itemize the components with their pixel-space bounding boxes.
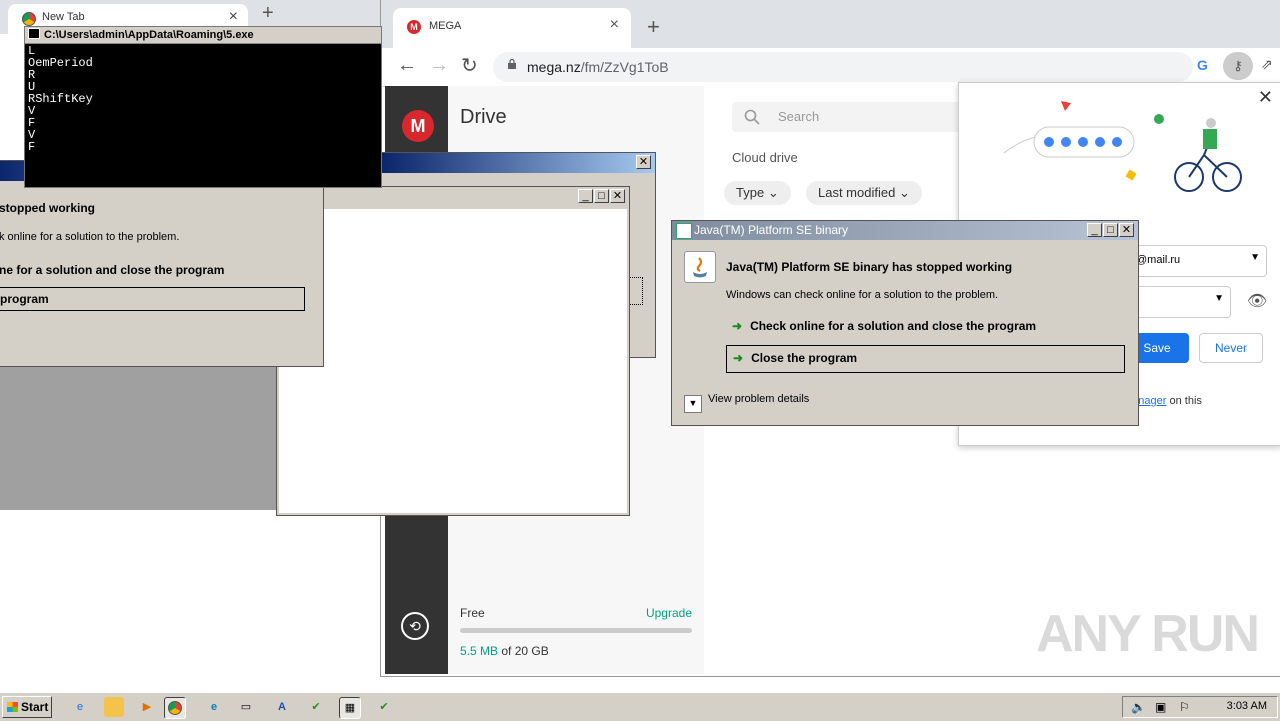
sync-icon[interactable]: ⟲ [401, 612, 429, 640]
system-tray: 🔈 ▣ ⚐ 3:03 AM [1122, 696, 1278, 718]
reload-icon[interactable]: ↻ [461, 53, 478, 78]
storage-widget: Free Upgrade 5.5 MB of 20 GB [460, 606, 692, 620]
back-arrow-icon[interactable]: ← [397, 54, 417, 77]
edge-icon[interactable]: e [204, 697, 224, 717]
ie-icon[interactable]: e [70, 697, 90, 717]
filter-type[interactable]: Type ⌄ [724, 181, 791, 205]
mega-logo[interactable]: M [402, 110, 434, 142]
dialog-heading: Java(TM) Platform SE binary has stopped … [726, 260, 1012, 274]
minimize-icon[interactable]: _ [578, 189, 593, 203]
check-online-option[interactable]: ne for a solution and close the program [0, 263, 224, 277]
search-icon [744, 109, 760, 125]
checklist-icon-2[interactable]: ✔ [374, 697, 394, 717]
start-button[interactable]: Start [2, 696, 52, 718]
forward-arrow-icon[interactable]: → [429, 54, 449, 77]
search-placeholder: Search [778, 109, 819, 124]
clock: 3:03 AM [1227, 700, 1267, 712]
tab-title: MEGA [429, 20, 461, 32]
console-window: C:\Users\admin\AppData\Roaming\5.exe LOe… [24, 26, 382, 188]
google-icon[interactable]: G [1197, 57, 1208, 73]
blank-window: _ □ ✕ [276, 186, 630, 516]
drive-title: Drive [460, 106, 507, 129]
windows-flag-icon [7, 702, 18, 712]
java-crash-dialog: Java(TM) Platform SE binary _ □ ✕ Java(T… [671, 220, 1139, 426]
java-icon [684, 251, 716, 283]
watermark: ANY RUN [1036, 604, 1258, 664]
window-app-icon[interactable]: ▭ [236, 697, 256, 717]
tab-strip: M MEGA × + [381, 0, 1280, 48]
program-icon[interactable]: ▦ [339, 697, 361, 719]
network-icon[interactable]: ▣ [1155, 700, 1166, 714]
window-content [279, 209, 627, 513]
dropdown-arrow-icon: ▼ [1214, 293, 1224, 304]
console-output: LOemPeriodRURShiftKeyVFVF [28, 45, 93, 153]
username-field[interactable]: @mail.ru ▼ [1129, 245, 1267, 277]
check-online-option[interactable]: ➜Check online for a solution and close t… [732, 319, 1036, 333]
checklist-icon[interactable]: ✔ [306, 697, 326, 717]
filter-last-modified[interactable]: Last modified ⌄ [806, 181, 922, 205]
java-small-icon [676, 223, 692, 239]
upgrade-link[interactable]: Upgrade [646, 606, 692, 620]
key-icon[interactable]: ⚷ [1223, 52, 1253, 80]
maximize-icon[interactable]: □ [1103, 223, 1118, 237]
flag-icon[interactable]: ⚐ [1179, 700, 1190, 714]
never-button[interactable]: Never [1199, 333, 1263, 363]
dialog-caption: Java(TM) Platform SE binary [672, 221, 1138, 240]
lock-icon [507, 59, 517, 69]
close-program-option[interactable]: ➜Close the program [726, 345, 1125, 373]
tab-close-icon[interactable]: × [610, 16, 619, 34]
share-icon[interactable]: ⇗ [1261, 56, 1273, 73]
green-arrow-icon: ➜ [732, 319, 742, 333]
chevron-down-icon: ⌄ [899, 185, 910, 200]
search-input[interactable]: Search [732, 102, 972, 132]
new-tab-button[interactable]: + [647, 14, 660, 40]
password-illustration [999, 93, 1249, 203]
eye-icon[interactable]: 👁 [1247, 291, 1267, 311]
maximize-icon[interactable]: □ [594, 189, 609, 203]
window-caption [277, 187, 629, 207]
tab-close-icon[interactable]: × [229, 8, 238, 26]
chevron-down-icon: ⌄ [768, 185, 779, 200]
chevron-down-icon: ▼ [684, 395, 702, 413]
grey-window-area [0, 365, 276, 510]
close-icon[interactable]: ✕ [1258, 87, 1273, 108]
password-field[interactable]: ▼ [1129, 286, 1231, 318]
tab-title: New Tab [42, 11, 85, 23]
close-program-option[interactable]: program [0, 287, 305, 311]
close-icon[interactable]: ✕ [1119, 223, 1134, 237]
storage-label: Free [460, 606, 485, 620]
dialog-subtext: k online for a solution to the problem. [0, 231, 179, 243]
tab-mega[interactable]: M MEGA × [393, 8, 631, 48]
console-titlebar: C:\Users\admin\AppData\Roaming\5.exe [25, 27, 381, 44]
volume-icon[interactable]: 🔈 [1131, 700, 1146, 714]
dialog-heading: stopped working [0, 201, 95, 215]
font-app-icon[interactable]: A [272, 697, 292, 717]
taskbar: Start e ▶ e ▭ A ✔ ▦ ✔ 🔈 ▣ ⚐ 3:03 AM [0, 692, 1280, 721]
dialog-caption [381, 153, 655, 173]
dialog-title: Java(TM) Platform SE binary [694, 223, 848, 237]
view-details-toggle[interactable]: ▼View problem details [684, 393, 809, 413]
console-title: C:\Users\admin\AppData\Roaming\5.exe [44, 29, 254, 41]
close-icon[interactable]: ✕ [636, 155, 651, 169]
storage-bar [460, 628, 692, 633]
dialog-subtext: Windows can check online for a solution … [726, 289, 998, 301]
breadcrumb[interactable]: Cloud drive [732, 150, 798, 165]
folder-icon[interactable] [104, 697, 124, 717]
dropdown-arrow-icon: ▼ [1250, 252, 1260, 263]
chrome-icon [22, 12, 36, 26]
url-text: mega.nz/fm/ZzVg1ToB [527, 59, 669, 75]
mega-favicon-icon: M [407, 20, 421, 34]
new-tab-button[interactable]: + [262, 2, 274, 25]
storage-used: 5.5 MB of 20 GB [460, 644, 549, 658]
address-bar[interactable]: mega.nz/fm/ZzVg1ToB [493, 52, 1193, 82]
close-icon[interactable]: ✕ [610, 189, 625, 203]
chrome-taskbar-icon[interactable] [164, 697, 186, 719]
minimize-icon[interactable]: _ [1087, 223, 1102, 237]
green-arrow-icon: ➜ [733, 346, 743, 370]
chrome-icon [168, 701, 182, 715]
crash-dialog-left: ✕ stopped working k online for a solutio… [0, 160, 324, 367]
console-icon [28, 28, 40, 39]
media-player-icon[interactable]: ▶ [137, 697, 157, 717]
